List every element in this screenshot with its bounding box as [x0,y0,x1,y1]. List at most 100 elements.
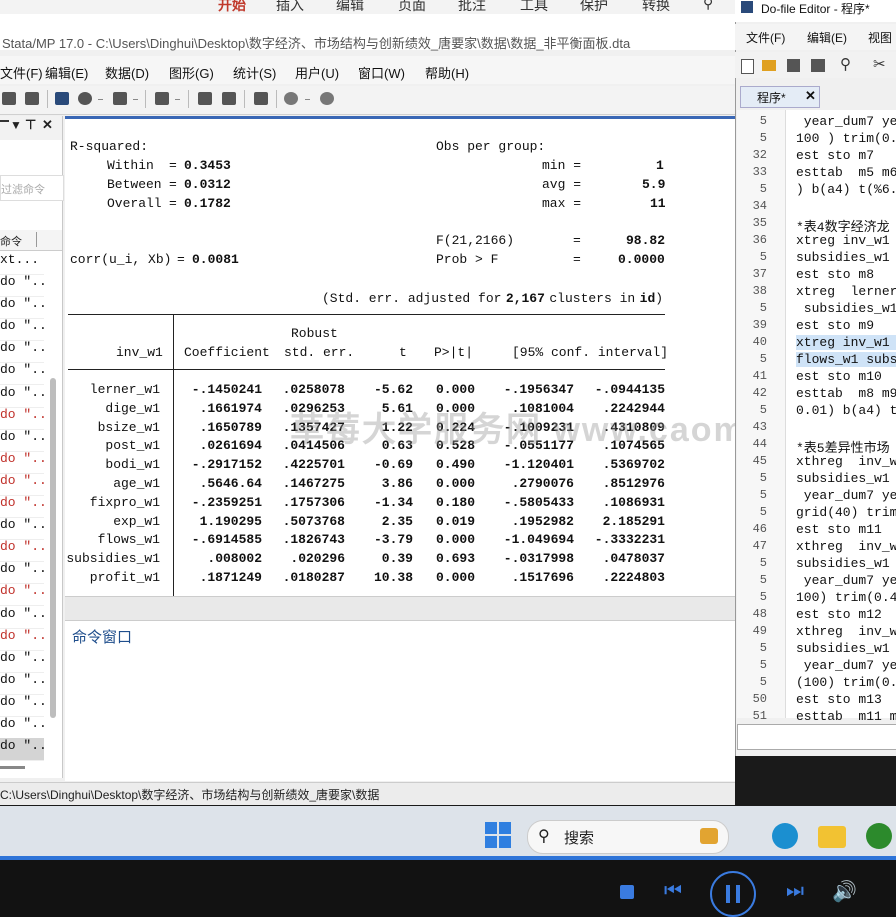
code-line[interactable]: esttab m8 m9 [796,386,896,401]
tab-close-icon[interactable]: ✕ [805,88,816,104]
history-row[interactable]: xt... [0,252,44,275]
code-line[interactable]: xtreg inv_w1 [796,335,896,350]
dropdown-icon[interactable] [133,99,138,100]
ribbon-tab-edit[interactable]: 编辑 [336,0,364,14]
code-line[interactable]: year_dum7 ye [796,658,896,673]
tab-program[interactable]: 程序* ✕ [740,86,820,108]
code-line[interactable]: subsidies_w1 [796,301,896,316]
file-explorer-icon[interactable] [818,826,846,848]
data-editor-icon[interactable] [198,92,212,105]
history-column-header[interactable]: 命令 [0,230,62,251]
save-icon[interactable] [787,59,800,72]
search-icon[interactable]: ⚲ [703,0,713,12]
history-row[interactable]: do "... [0,318,44,342]
menu-help[interactable]: 帮助(H) [425,63,469,82]
ribbon-tab-convert[interactable]: 转换 [642,0,670,14]
history-filter-input[interactable]: 过滤命令 [0,175,64,201]
code-line[interactable]: subsidies_w1 [796,641,890,656]
code-line[interactable]: year_dum7 ye [796,114,896,129]
df-menu-edit[interactable]: 编辑(E) [807,29,847,46]
history-row[interactable]: do "... [0,539,44,563]
print-icon[interactable] [25,92,39,105]
code-line[interactable]: est sto m13 [796,692,882,707]
menu-graphics[interactable]: 图形(G) [169,63,214,82]
open-folder-icon[interactable] [762,60,776,71]
code-line[interactable]: subsidies_w1 [796,556,890,571]
code-line[interactable]: est sto m9 [796,318,874,333]
history-row[interactable]: do "... [0,429,44,452]
code-line[interactable]: est sto m8 [796,267,874,282]
history-row[interactable]: do "... [0,606,44,629]
code-line[interactable]: ) b(a4) t(%6. [796,182,896,197]
new-file-icon[interactable] [741,59,754,74]
history-row[interactable]: do "... [0,407,44,430]
history-row[interactable]: do "... [0,716,44,739]
viewer-icon[interactable] [78,92,92,105]
history-row[interactable]: do "... [0,561,44,585]
code-line[interactable]: est sto m12 [796,607,882,622]
more-icon[interactable] [284,92,298,105]
ribbon-tab-protect[interactable]: 保护 [580,0,608,14]
menu-data[interactable]: 数据(D) [105,63,149,82]
start-icon[interactable] [485,822,511,848]
cut-icon[interactable]: ✂ [873,55,886,73]
stop-icon[interactable] [620,885,634,899]
filter-icon[interactable]: ▼ [10,118,22,132]
history-row[interactable]: do "... [0,672,44,695]
history-scrollbar[interactable] [50,378,56,718]
save-icon[interactable] [2,92,16,105]
history-row[interactable]: do "... [0,385,44,408]
code-line[interactable]: xtreg lerner [796,284,896,299]
history-row[interactable]: do "... [0,583,44,607]
ribbon-tab-home[interactable]: 开始 [218,0,246,14]
code-line[interactable]: est sto m10 [796,369,882,384]
taskbar-search-box[interactable]: ⚲ 搜索 [527,820,729,854]
history-row[interactable]: do "... [0,738,44,762]
next-icon[interactable]: ⏭ [786,880,804,903]
pause-button[interactable] [710,871,756,917]
code-line[interactable]: subsidies_w1 [796,250,890,265]
code-line[interactable]: xthreg inv_w [796,454,896,469]
code-line[interactable]: 0.01) b(a4) t [796,403,896,418]
ribbon-tab-tools[interactable]: 工具 [520,0,548,14]
code-line[interactable]: flows_w1 subs [796,352,896,367]
dropdown-icon[interactable] [175,99,180,100]
app-icon[interactable] [866,823,892,849]
menu-window[interactable]: 窗口(W) [358,63,405,82]
close-icon[interactable]: ✕ [42,117,53,133]
code-line[interactable]: esttab m5 m6 [796,165,896,180]
menu-edit[interactable]: 编辑(E) [45,63,88,82]
history-row[interactable]: do "... [0,274,44,297]
variables-manager-icon[interactable] [254,92,268,105]
widget-icon[interactable] [700,828,718,844]
code-line[interactable]: xthreg inv_w [796,539,896,554]
do-file-editor-icon[interactable] [155,92,169,105]
ribbon-tab-comment[interactable]: 批注 [458,0,486,14]
horizontal-scrollbar[interactable] [0,766,25,769]
data-browser-icon[interactable] [222,92,236,105]
ribbon-tab-insert[interactable]: 插入 [276,0,304,14]
edge-browser-icon[interactable] [772,823,798,849]
df-menu-view[interactable]: 视图 [868,29,892,46]
dropdown-icon[interactable] [98,99,103,100]
find-icon[interactable]: ⚲ [840,55,851,73]
code-line[interactable]: (100) trim(0. [796,675,896,690]
history-row[interactable]: do "... [0,296,44,320]
command-window[interactable] [65,620,735,781]
code-line[interactable]: subsidies_w1 [796,471,890,486]
log-icon[interactable] [55,92,69,105]
code-line[interactable]: est sto m7 [796,148,874,163]
graph-icon[interactable] [113,92,127,105]
pin-icon[interactable]: ⊤ [25,117,36,133]
print-icon[interactable] [811,59,825,72]
history-row[interactable]: do "... [0,473,44,496]
history-row[interactable]: do "... [0,694,44,717]
results-command-splitter[interactable] [65,596,735,621]
code-line[interactable]: est sto m11 [796,522,882,537]
code-line[interactable]: 100 ) trim(0. [796,131,896,146]
menu-statistics[interactable]: 统计(S) [233,63,276,82]
history-row[interactable]: do "... [0,495,44,518]
code-line[interactable]: 100) trim(0.4 [796,590,896,605]
code-line[interactable]: grid(40) trim [796,505,896,520]
code-line[interactable]: xthreg inv_w [796,624,896,639]
